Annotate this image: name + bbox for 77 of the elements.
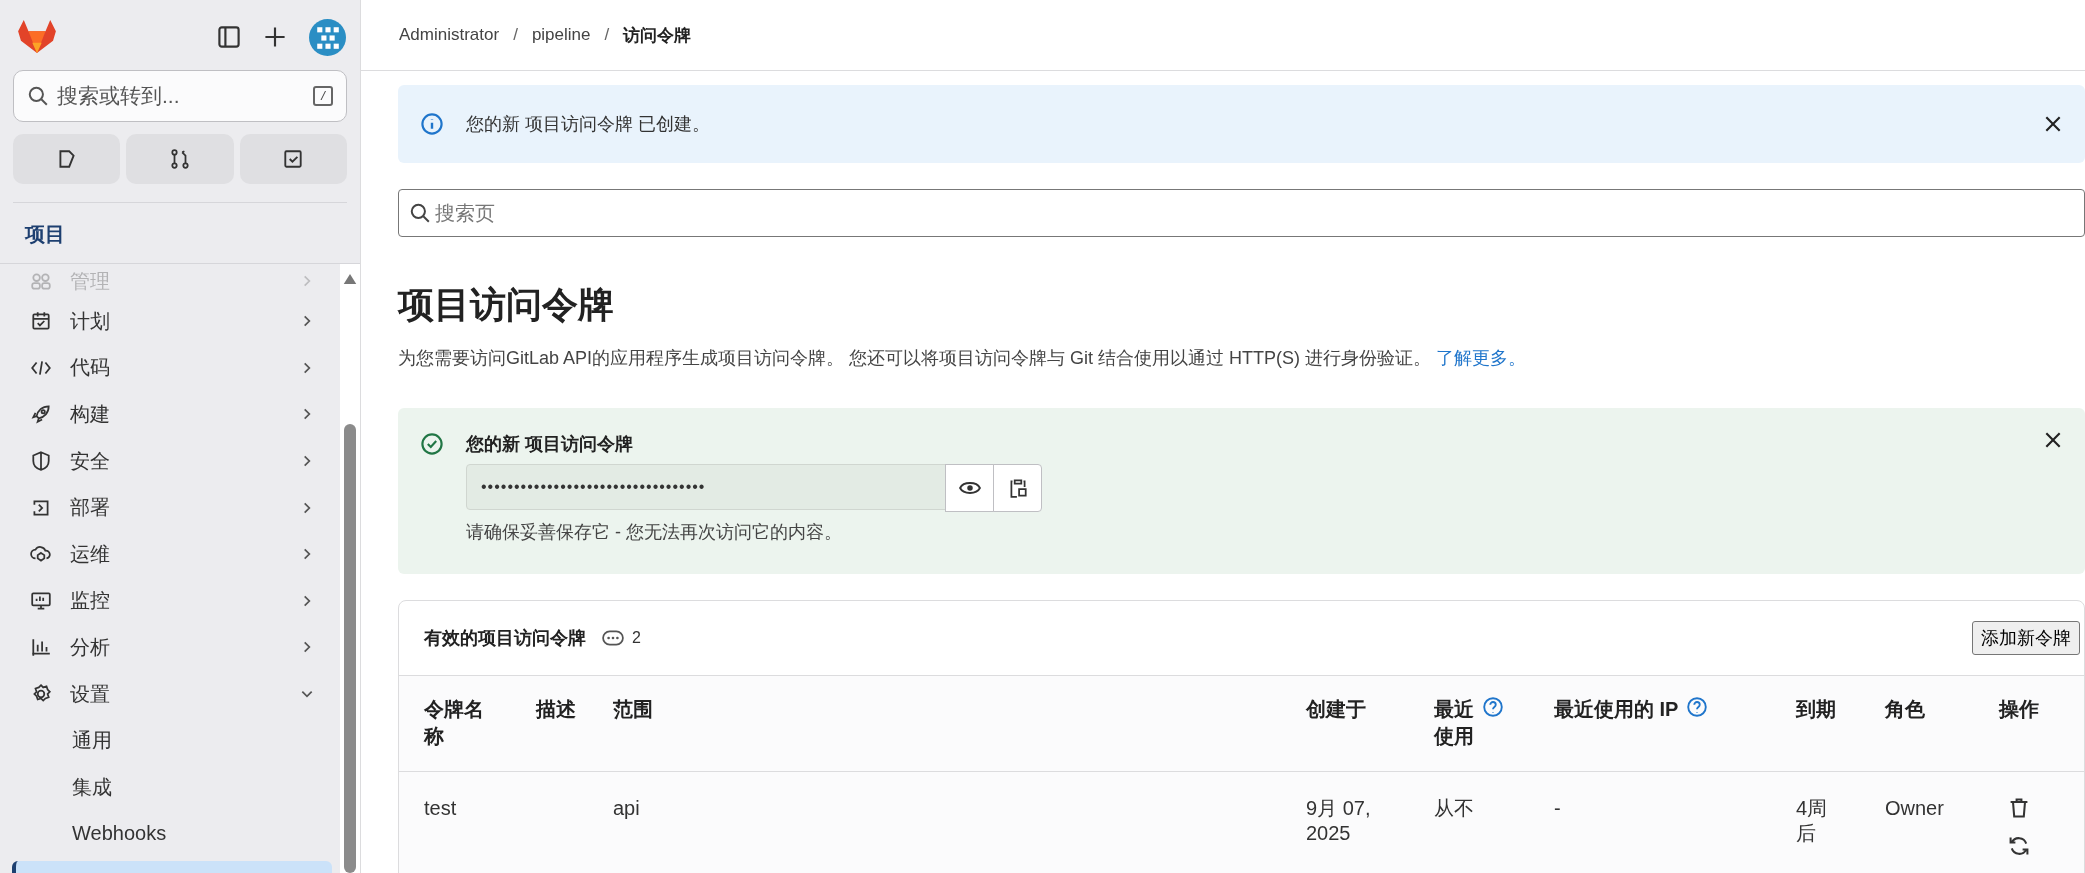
alert-message: 您的新 项目访问令牌 已创建。 [466, 113, 711, 136]
column-header: 令牌名称 [424, 697, 485, 749]
rotate-icon[interactable] [2007, 834, 2031, 858]
nav-item[interactable]: 部署 [12, 484, 332, 531]
nav-item[interactable]: 安全 [12, 437, 332, 485]
copy-button[interactable] [993, 464, 1042, 512]
close-icon[interactable] [2045, 116, 2061, 132]
token-count: 2 [632, 629, 641, 647]
search-icon [27, 85, 49, 107]
learn-more-link[interactable]: 了解更多。 [1436, 348, 1527, 368]
column-header: 创建于 [1306, 697, 1366, 722]
table-cell: 4周后 [1796, 797, 1828, 844]
checkbox-icon [282, 148, 305, 170]
breadcrumb-separator: / [513, 25, 518, 45]
check-circle-icon [420, 432, 444, 456]
help-icon[interactable] [1482, 696, 1504, 718]
scrollbar[interactable] [340, 264, 360, 873]
nav-subitem[interactable]: 通用 [12, 717, 332, 764]
nav-item[interactable]: 计划 [12, 298, 332, 345]
table-cell: - [1554, 797, 1561, 819]
info-icon [420, 112, 444, 136]
alert-note: 请确保妥善保存它 - 您无法再次访问它的内容。 [466, 521, 843, 544]
column-header: 描述 [536, 697, 576, 722]
todos-button[interactable] [239, 134, 347, 184]
section-title: 项目 [0, 203, 360, 264]
nav-item[interactable]: 运维 [12, 530, 332, 578]
table-cell: test [424, 797, 457, 819]
table-cell: Owner [1885, 797, 1944, 819]
nav-item[interactable]: 监控 [12, 577, 332, 625]
alert-title: 您的新 项目访问令牌 [466, 433, 634, 456]
help-icon[interactable] [1686, 696, 1709, 718]
shield-icon [30, 450, 52, 473]
merge-request-icon [169, 148, 191, 170]
search-placeholder: 搜索页 [435, 200, 495, 226]
card-title: 有效的项目访问令牌 [424, 627, 586, 650]
chart-icon [30, 636, 52, 659]
shortcut-key: / [313, 86, 333, 106]
nav-subitem[interactable]: 集成 [12, 763, 332, 811]
page-description: 为您需要访问GitLab API的应用程序生成项目访问令牌。 您还可以将项目访问令牌与 Git 结合使用以通过 HTTP(S) 进行身份验证。 了解更多。 [398, 347, 1528, 370]
issues-button[interactable] [13, 134, 121, 184]
breadcrumb-link[interactable]: 访问令牌 [623, 23, 692, 47]
search-field[interactable]: 搜索或转到... / [13, 70, 347, 122]
nav-item[interactable]: 分析 [12, 624, 332, 671]
nav-item[interactable]: 构建 [12, 391, 332, 438]
nav-item[interactable]: 设置 [12, 670, 332, 718]
avatar-icon[interactable] [309, 18, 346, 56]
merge-requests-button[interactable] [126, 134, 234, 184]
column-header: 范围 [613, 697, 653, 722]
plan-icon [30, 310, 52, 333]
plus-icon[interactable] [263, 25, 287, 49]
monitor-icon [30, 589, 52, 612]
search-icon [409, 202, 431, 224]
page-title: 项目访问令牌 [398, 283, 615, 327]
breadcrumb-link[interactable]: pipeline [531, 25, 591, 45]
fox-logo-icon[interactable] [18, 20, 56, 54]
page-search-field[interactable]: 搜索页 [398, 189, 2085, 237]
column-header: 操作 [1999, 697, 2039, 722]
add-token-button[interactable]: 添加新令牌 [1972, 621, 2080, 655]
rocket-icon [30, 403, 52, 426]
table-cell: api [613, 797, 640, 819]
nav-subitem[interactable]: Webhooks [12, 810, 332, 858]
token-field[interactable]: •••••••••••••••••••••••••••••••••• [466, 464, 946, 510]
sidebar-toggle-icon[interactable] [217, 25, 241, 49]
breadcrumb-separator: / [604, 25, 610, 45]
close-icon[interactable] [2045, 432, 2061, 448]
table-cell: 9月 07, 2025 [1306, 797, 1371, 844]
column-header: 最近使用的 IP [1554, 697, 1679, 722]
nav-item[interactable]: 代码 [12, 344, 332, 392]
table-cell: 从不 [1434, 797, 1474, 819]
comment-icon [602, 629, 624, 647]
column-header: 到期 [1796, 697, 1836, 722]
column-header: 最近使用 [1434, 697, 1474, 749]
scroll-up-icon[interactable] [343, 274, 357, 284]
breadcrumb-link[interactable]: Administrator [399, 25, 500, 45]
search-placeholder: 搜索或转到... [57, 83, 181, 109]
column-header: 角色 [1885, 697, 1925, 722]
reveal-button[interactable] [945, 464, 994, 512]
